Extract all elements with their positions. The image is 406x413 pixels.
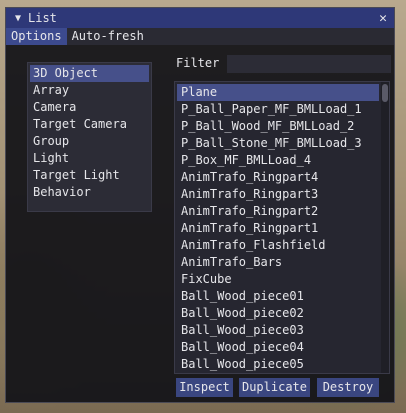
inspect-button[interactable]: Inspect bbox=[176, 378, 233, 397]
category-item-behavior[interactable]: Behavior bbox=[30, 184, 149, 201]
object-list-item[interactable]: Ball_Wood_piece03 bbox=[177, 322, 379, 339]
object-list[interactable]: Plane P_Ball_Paper_MF_BMLLoad_1 P_Ball_W… bbox=[174, 81, 390, 374]
category-list: 3D Object Array Camera Target Camera Gro… bbox=[27, 62, 152, 212]
object-list-item[interactable]: Ball_Wood_piece05 bbox=[177, 356, 379, 373]
object-list-item[interactable]: Ball_Wood_piece01 bbox=[177, 288, 379, 305]
object-list-item[interactable]: AnimTrafo_Ringpart2 bbox=[177, 203, 379, 220]
category-item-3d-object[interactable]: 3D Object bbox=[30, 65, 149, 82]
close-icon[interactable]: ✕ bbox=[374, 11, 392, 26]
category-item-target-camera[interactable]: Target Camera bbox=[30, 116, 149, 133]
object-list-item[interactable]: AnimTrafo_Ringpart3 bbox=[177, 186, 379, 203]
object-list-item[interactable]: AnimTrafo_Ringpart1 bbox=[177, 220, 379, 237]
category-item-array[interactable]: Array bbox=[30, 82, 149, 99]
menu-auto-fresh[interactable]: Auto-fresh bbox=[67, 28, 149, 45]
window-title: List bbox=[28, 11, 57, 25]
scrollbar-thumb[interactable] bbox=[382, 84, 388, 102]
category-item-target-light[interactable]: Target Light bbox=[30, 167, 149, 184]
object-list-item[interactable]: P_Box_MF_BMLLoad_4 bbox=[177, 152, 379, 169]
object-list-item[interactable]: Ball_Wood_piece04 bbox=[177, 339, 379, 356]
collapse-arrow-icon[interactable]: ▼ bbox=[10, 13, 26, 24]
object-list-item[interactable]: AnimTrafo_Bars bbox=[177, 254, 379, 271]
duplicate-button[interactable]: Duplicate bbox=[239, 378, 310, 397]
list-scrollbar[interactable] bbox=[381, 82, 389, 373]
category-item-camera[interactable]: Camera bbox=[30, 99, 149, 116]
list-window: ▼ List ✕ Options Auto-fresh 3D Object Ar… bbox=[5, 7, 395, 403]
category-item-light[interactable]: Light bbox=[30, 150, 149, 167]
menu-options[interactable]: Options bbox=[6, 28, 67, 45]
title-bar[interactable]: ▼ List ✕ bbox=[6, 8, 394, 28]
menu-bar: Options Auto-fresh bbox=[6, 28, 394, 45]
object-list-item[interactable]: FixCube bbox=[177, 271, 379, 288]
object-list-item[interactable]: P_Ball_Wood_MF_BMLLoad_2 bbox=[177, 118, 379, 135]
filter-label: Filter bbox=[176, 56, 220, 70]
object-list-item[interactable]: P_Ball_Paper_MF_BMLLoad_1 bbox=[177, 101, 379, 118]
filter-input[interactable] bbox=[227, 55, 391, 73]
object-list-item[interactable]: Plane bbox=[177, 84, 379, 101]
object-list-item[interactable]: AnimTrafo_Flashfield bbox=[177, 237, 379, 254]
object-list-item[interactable]: Ball_Wood_piece02 bbox=[177, 305, 379, 322]
category-item-group[interactable]: Group bbox=[30, 133, 149, 150]
destroy-button[interactable]: Destroy bbox=[317, 378, 379, 397]
object-list-item[interactable]: AnimTrafo_Ringpart4 bbox=[177, 169, 379, 186]
object-list-item[interactable]: P_Ball_Stone_MF_BMLLoad_3 bbox=[177, 135, 379, 152]
